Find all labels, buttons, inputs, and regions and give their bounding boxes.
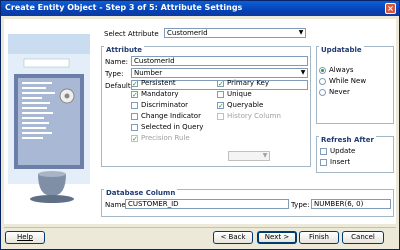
checkbox-precision-rule: ✓ Precision Rule: [131, 134, 190, 142]
back-button-label: < Back: [220, 233, 246, 241]
name-field[interactable]: CustomerId: [131, 56, 308, 66]
cancel-button-label: Cancel: [351, 233, 375, 241]
column-type-field[interactable]: NUMBER(6, 0): [311, 199, 391, 209]
help-button[interactable]: Help: [5, 231, 45, 244]
radio-icon[interactable]: [319, 77, 326, 85]
finish-button[interactable]: Finish: [299, 231, 339, 244]
checkbox-box[interactable]: [320, 147, 327, 155]
updatable-group: Updatable: [316, 46, 394, 124]
checkbox-label: Discriminator: [141, 101, 189, 109]
type-label: Type:: [105, 70, 124, 78]
wizard-illustration: [4, 24, 99, 219]
select-attribute-value: CustomerId: [167, 29, 208, 37]
dialog-window: Create Entity Object - Step 3 of 5: Attr…: [0, 0, 400, 250]
select-attribute-label: Select Attribute: [104, 30, 159, 38]
checkbox-selected-in-query[interactable]: Selected in Query: [131, 123, 203, 131]
checkbox-box[interactable]: [131, 123, 138, 131]
updatable-group-title: Updatable: [319, 46, 364, 54]
checkbox-label: Change Indicator: [141, 112, 201, 120]
title-bar[interactable]: Create Entity Object - Step 3 of 5: Attr…: [1, 1, 399, 16]
footer-divider: [4, 227, 396, 228]
checkbox-label: Queryable: [227, 101, 264, 109]
checkbox-refresh-insert[interactable]: Insert: [320, 158, 350, 166]
radio-while-new[interactable]: While New: [319, 77, 366, 85]
radio-icon[interactable]: [319, 88, 326, 96]
checkbox-queryable[interactable]: ✓ Queryable: [217, 101, 263, 109]
checkbox-change-indicator[interactable]: Change Indicator: [131, 112, 201, 120]
radio-never[interactable]: Never: [319, 88, 350, 96]
checkbox-label: Precision Rule: [141, 134, 190, 142]
checkbox-label: Insert: [330, 158, 351, 166]
checkbox-label: Mandatory: [141, 90, 179, 98]
database-column-group-title: Database Column: [104, 189, 178, 197]
checkbox-unique[interactable]: Unique: [217, 90, 252, 98]
refresh-after-group-title: Refresh After: [319, 136, 376, 144]
checkbox-history-column: History Column: [217, 112, 281, 120]
radio-label: While New: [329, 77, 367, 85]
chevron-down-icon: ▼: [261, 152, 269, 160]
checkbox-box[interactable]: [131, 112, 138, 120]
check-icon[interactable]: ✓: [217, 101, 224, 109]
wizard-content: Select Attribute CustomerId ▼ Attribute …: [4, 19, 396, 224]
column-name-field[interactable]: CUSTOMER_ID: [125, 199, 289, 209]
checkbox-refresh-update[interactable]: Update: [320, 147, 355, 155]
type-combo[interactable]: Number ▼: [131, 68, 308, 78]
chevron-down-icon[interactable]: ▼: [299, 69, 307, 77]
checkbox-discriminator[interactable]: Discriminator: [131, 101, 188, 109]
cancel-button[interactable]: Cancel: [342, 231, 384, 244]
checkbox-primary-key[interactable]: ✓ Primary Key: [217, 79, 269, 87]
next-button-label: Next >: [264, 233, 290, 241]
help-button-label: Help: [17, 233, 33, 241]
check-icon[interactable]: ✓: [131, 90, 138, 98]
history-column-combo: ▼: [228, 151, 270, 161]
check-icon[interactable]: ✓: [217, 79, 224, 87]
checkbox-mandatory[interactable]: ✓ Mandatory: [131, 90, 179, 98]
checkbox-box[interactable]: [131, 101, 138, 109]
default-label: Default:: [105, 82, 133, 90]
finish-button-label: Finish: [309, 233, 329, 241]
column-type-label: Type:: [291, 201, 310, 209]
back-button[interactable]: < Back: [213, 231, 253, 244]
checkbox-box: [217, 112, 224, 120]
checkbox-label: Persistent: [141, 79, 176, 87]
checkbox-label: History Column: [227, 112, 281, 120]
type-value: Number: [134, 69, 163, 77]
radio-label: Always: [329, 66, 354, 74]
check-icon: ✓: [131, 134, 138, 143]
chevron-down-icon[interactable]: ▼: [297, 29, 305, 37]
checkbox-label: Update: [330, 147, 356, 155]
radio-icon[interactable]: [319, 66, 326, 74]
close-icon[interactable]: ×: [385, 3, 396, 14]
checkbox-box[interactable]: [320, 158, 327, 166]
select-attribute-combo[interactable]: CustomerId ▼: [164, 28, 306, 38]
radio-label: Never: [329, 88, 350, 96]
checkbox-persistent[interactable]: ✓ Persistent: [131, 79, 176, 87]
attribute-group-title: Attribute: [104, 46, 145, 54]
window-title: Create Entity Object - Step 3 of 5: Attr…: [5, 3, 243, 12]
next-button[interactable]: Next >: [257, 231, 297, 244]
checkbox-label: Selected in Query: [141, 123, 204, 131]
checkbox-label: Unique: [227, 90, 252, 98]
checkbox-label: Primary Key: [227, 79, 269, 87]
check-icon[interactable]: ✓: [131, 79, 138, 87]
radio-always[interactable]: Always: [319, 66, 354, 74]
name-label: Name:: [105, 58, 129, 66]
checkbox-box[interactable]: [217, 90, 224, 98]
